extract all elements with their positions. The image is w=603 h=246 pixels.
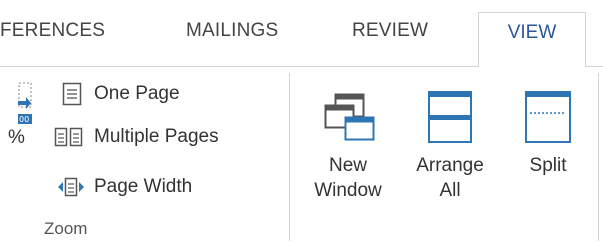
ribbon-tab-bar: FERENCES MAILINGS REVIEW VIEW [0, 0, 603, 68]
multiple-pages-button[interactable]: Multiple Pages [54, 122, 219, 152]
new-window-button[interactable]: New Window [302, 79, 394, 203]
zoom-100-label: % [8, 127, 25, 148]
tab-view[interactable]: VIEW [478, 12, 586, 68]
tab-mailings[interactable]: MAILINGS [186, 20, 278, 42]
new-window-label-line2: Window [314, 180, 382, 201]
page-width-icon [58, 175, 84, 199]
group-separator [289, 73, 290, 241]
one-page-icon [60, 82, 84, 106]
zoom-group-label: Zoom [44, 219, 88, 238]
new-window-icon [302, 79, 394, 143]
arrange-all-label-line2: All [439, 180, 461, 201]
split-label: Split [529, 155, 567, 176]
page-width-label: Page Width [94, 176, 193, 197]
one-page-label: One Page [94, 83, 180, 104]
one-page-button[interactable]: One Page [60, 79, 180, 109]
split-icon [510, 79, 586, 143]
tab-references[interactable]: FERENCES [0, 20, 105, 42]
arrange-all-icon [402, 79, 498, 143]
page-width-button[interactable]: Page Width [58, 172, 192, 202]
multiple-pages-label: Multiple Pages [94, 126, 219, 147]
split-button[interactable]: Split [510, 79, 586, 178]
tab-review[interactable]: REVIEW [352, 20, 428, 42]
right-edge-separator [598, 73, 599, 241]
arrange-all-label-line1: Arrange [416, 155, 484, 176]
svg-text:00: 00 [19, 115, 29, 124]
multiple-pages-icon [54, 125, 84, 149]
new-window-label-line1: New [328, 155, 367, 176]
tab-view-label: VIEW [507, 22, 557, 43]
ribbon-panel: 00 % One Page Multiple Pages Page Width … [0, 67, 603, 246]
arrange-all-button[interactable]: Arrange All [402, 79, 498, 203]
